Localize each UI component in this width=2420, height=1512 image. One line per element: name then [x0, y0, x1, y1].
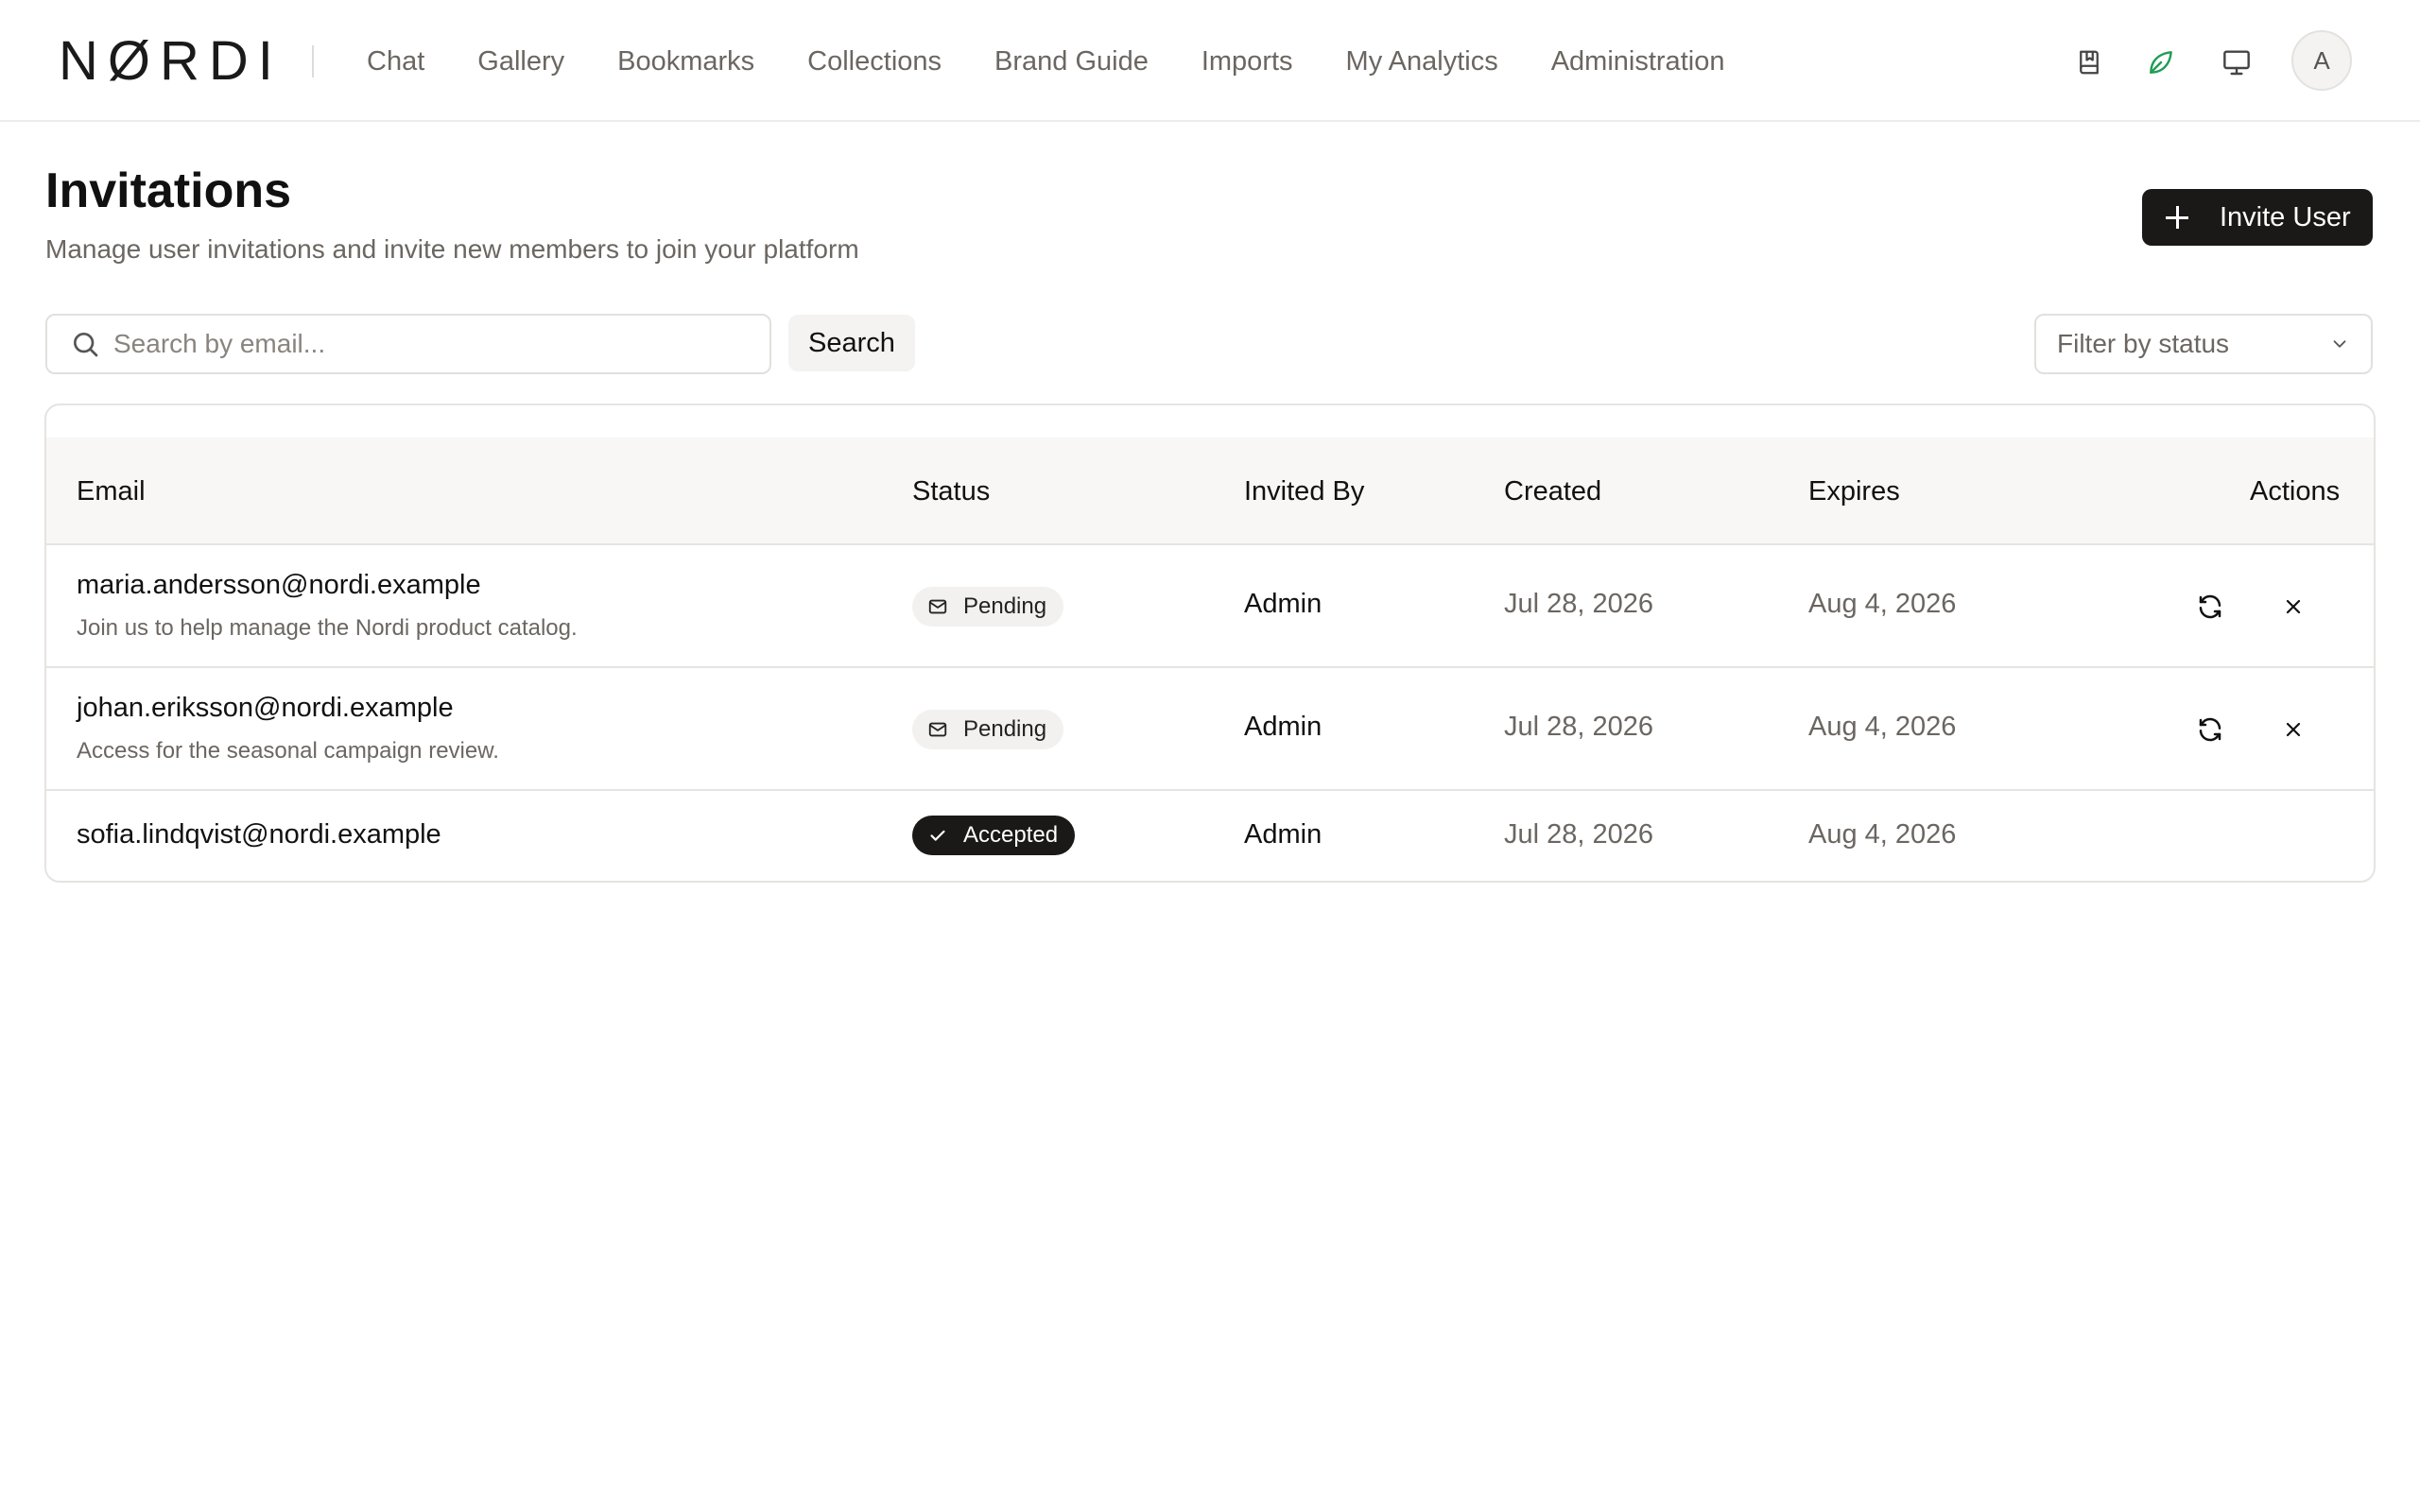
expires-date: Aug 4, 2026: [1808, 712, 1957, 742]
invited-by: Admin: [1244, 819, 1322, 850]
expires-date: Aug 4, 2026: [1808, 589, 1957, 619]
search-field: [45, 314, 771, 374]
nav-item-my-analytics[interactable]: My Analytics: [1346, 46, 1498, 77]
column-header-invited-by: Invited By: [1244, 476, 1365, 507]
created-date: Jul 28, 2026: [1504, 819, 1654, 850]
status-badge: Pending: [912, 587, 1064, 627]
invited-by: Admin: [1244, 589, 1322, 619]
column-header-status: Status: [912, 476, 991, 507]
page-title: Invitations: [45, 163, 292, 218]
search-icon: [74, 333, 98, 357]
page-subtitle: Manage user invitations and invite new m…: [45, 234, 859, 264]
bookmark-book-icon[interactable]: [2070, 43, 2108, 81]
top-navigation-bar: NØRDI Chat Gallery Bookmarks Collections…: [0, 0, 2420, 122]
revoke-invite-button[interactable]: [2273, 587, 2313, 627]
status-label: Pending: [963, 716, 1047, 742]
status-badge: Accepted: [912, 816, 1076, 855]
nav-item-gallery[interactable]: Gallery: [477, 46, 564, 77]
nav-item-brand-guide[interactable]: Brand Guide: [994, 46, 1149, 77]
refresh-icon: [2199, 717, 2221, 742]
column-header-expires: Expires: [1808, 476, 1900, 507]
status-badge: Pending: [912, 710, 1064, 749]
invite-email: sofia.lindqvist@nordi.example: [77, 819, 441, 850]
nav-item-bookmarks[interactable]: Bookmarks: [617, 46, 754, 77]
invited-by: Admin: [1244, 712, 1322, 742]
leaf-icon[interactable]: [2142, 43, 2180, 81]
status-filter-placeholder: Filter by status: [2057, 329, 2230, 358]
nav-item-administration[interactable]: Administration: [1551, 46, 1725, 77]
column-header-email: Email: [77, 476, 146, 507]
user-avatar[interactable]: A: [2291, 30, 2352, 91]
nordi-logo[interactable]: NØRDI: [59, 30, 283, 92]
revoke-invite-button[interactable]: [2273, 710, 2313, 749]
invite-note: Access for the seasonal campaign review.: [77, 738, 499, 764]
close-icon: [2286, 722, 2301, 737]
mail-icon: [928, 599, 947, 614]
invite-user-button[interactable]: Invite User: [2142, 189, 2373, 246]
search-input[interactable]: [113, 329, 737, 359]
main-nav: Chat Gallery Bookmarks Collections Brand…: [340, 38, 1751, 85]
table-row: johan.eriksson@nordi.example Access for …: [46, 668, 2374, 791]
logo-divider: [312, 45, 314, 77]
nav-item-collections[interactable]: Collections: [807, 46, 942, 77]
invite-note: Join us to help manage the Nordi product…: [77, 615, 578, 641]
refresh-icon: [2199, 594, 2221, 619]
invite-email: johan.eriksson@nordi.example: [77, 693, 454, 723]
created-date: Jul 28, 2026: [1504, 589, 1654, 619]
resend-invite-button[interactable]: [2190, 587, 2230, 627]
resend-invite-button[interactable]: [2190, 710, 2230, 749]
mail-icon: [928, 722, 947, 737]
monitor-icon[interactable]: [2218, 43, 2256, 81]
expires-date: Aug 4, 2026: [1808, 819, 1957, 850]
column-header-created: Created: [1504, 476, 1602, 507]
nav-item-chat[interactable]: Chat: [367, 46, 424, 77]
nav-item-imports[interactable]: Imports: [1201, 46, 1293, 77]
check-icon: [930, 830, 945, 841]
close-icon: [2286, 599, 2301, 614]
plus-icon: [2163, 203, 2191, 232]
status-filter-select[interactable]: Filter by status: [2034, 314, 2373, 374]
chevron-down-icon: [2333, 340, 2346, 348]
invite-email: maria.andersson@nordi.example: [77, 570, 481, 600]
status-label: Pending: [963, 593, 1047, 619]
column-header-actions: Actions: [2250, 476, 2341, 507]
invite-user-label: Invite User: [2220, 201, 2351, 232]
table-row: maria.andersson@nordi.example Join us to…: [46, 545, 2374, 668]
table-row: sofia.lindqvist@nordi.example Accepted A…: [46, 791, 2374, 881]
created-date: Jul 28, 2026: [1504, 712, 1654, 742]
status-label: Accepted: [963, 822, 1059, 848]
invitations-table: Email Status Invited By Created Expires …: [44, 404, 2376, 883]
search-button[interactable]: Search: [788, 315, 915, 371]
table-header: Email Status Invited By Created Expires …: [46, 438, 2374, 545]
